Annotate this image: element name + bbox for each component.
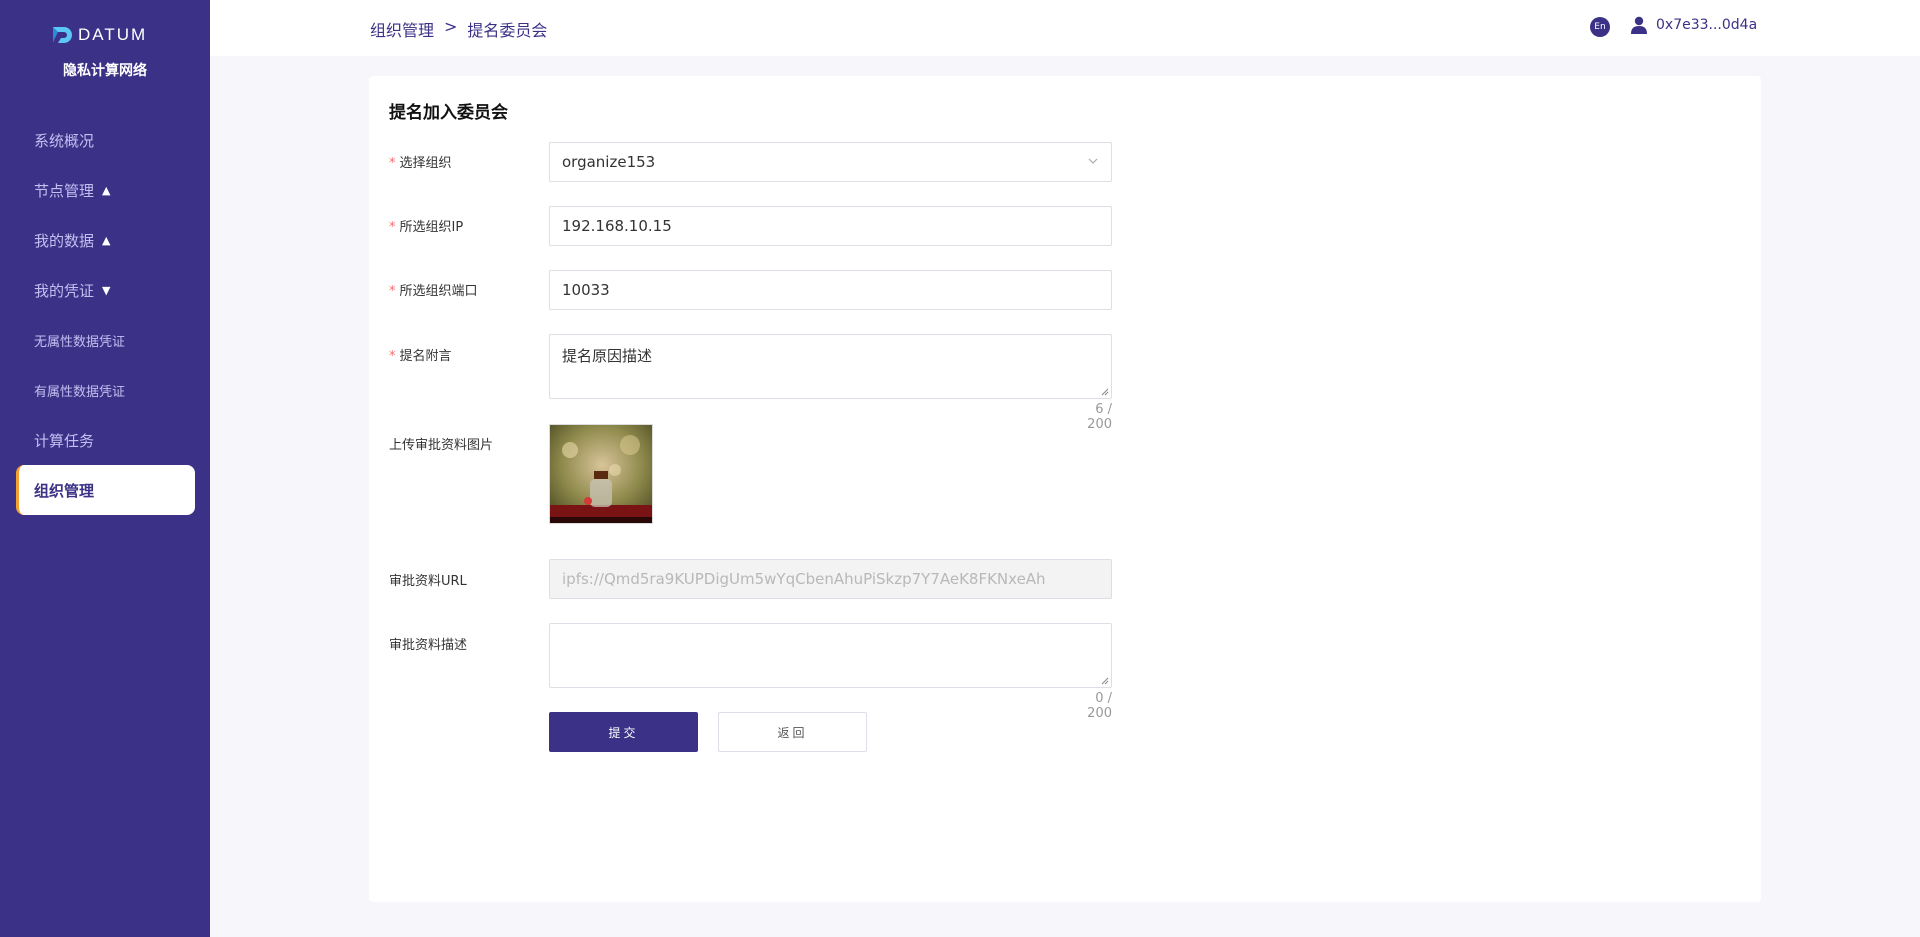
org-ip-value: 192.168.10.15 — [562, 217, 672, 235]
remark-label: * 提名附言 — [389, 345, 452, 364]
org-select-label-text: 选择组织 — [399, 156, 452, 171]
org-port-label: * 所选组织端口 — [389, 280, 478, 299]
user-icon — [1631, 16, 1647, 34]
sidebar-item-label: 我的数据 — [34, 231, 95, 250]
remark-label-text: 提名附言 — [399, 349, 452, 364]
brand-subtitle: 隐私计算网络 — [63, 63, 147, 79]
form-title: 提名加入委员会 — [389, 103, 508, 123]
sidebar-item-attr-credentials[interactable]: 有属性数据凭证 — [16, 365, 195, 415]
sidebar-item-my-credentials[interactable]: 我的凭证 ▼ — [16, 265, 195, 315]
remark-value: 提名原因描述 — [562, 347, 653, 365]
sidebar-item-label: 节点管理 — [34, 181, 95, 200]
required-mark: * — [389, 349, 396, 364]
resize-handle-icon[interactable] — [1101, 388, 1109, 396]
approval-url-input[interactable]: ipfs://Qmd5ra9KUPDigUm5wYqCbenAhuPiSkzp7… — [549, 559, 1112, 599]
sidebar-item-no-attr-credentials[interactable]: 无属性数据凭证 — [16, 315, 195, 365]
chevron-down-icon — [1087, 155, 1099, 170]
org-port-label-text: 所选组织端口 — [399, 284, 478, 299]
approval-url-value: ipfs://Qmd5ra9KUPDigUm5wYqCbenAhuPiSkzp7… — [562, 570, 1046, 588]
caret-down-icon: ▼ — [102, 283, 111, 297]
logo[interactable]: DATUM — [50, 22, 147, 48]
org-ip-label: * 所选组织IP — [389, 216, 463, 235]
sidebar-item-overview[interactable]: 系统概况 — [16, 115, 195, 165]
breadcrumb-item-organization[interactable]: 组织管理 — [370, 17, 434, 41]
approval-url-label: 审批资料URL — [389, 574, 467, 589]
required-mark: * — [389, 156, 396, 171]
org-port-value: 10033 — [562, 281, 610, 299]
upload-label: 上传审批资料图片 — [389, 438, 494, 453]
sidebar-nav: 系统概况 节点管理 ▲ 我的数据 ▲ 我的凭证 ▼ 无属性数据凭证 有属性数据凭… — [16, 115, 195, 515]
breadcrumb-separator: > — [444, 17, 458, 36]
remark-counter: 6 / 200 — [1087, 402, 1112, 432]
uploaded-photo — [550, 425, 652, 523]
account-menu[interactable]: 0x7e33...0d4a — [1630, 16, 1757, 34]
org-select[interactable]: organize153 — [549, 142, 1112, 182]
sidebar-item-label: 无属性数据凭证 — [34, 334, 126, 350]
top-bar: 组织管理 > 提名委员会 En 0x7e33...0d4a — [210, 0, 1920, 56]
required-mark: * — [389, 220, 396, 235]
sidebar-item-label: 组织管理 — [34, 481, 95, 500]
language-toggle[interactable]: En — [1590, 17, 1610, 37]
sidebar-item-tasks[interactable]: 计算任务 — [16, 415, 195, 465]
sidebar-item-label: 系统概况 — [34, 131, 95, 150]
breadcrumb-item-current: 提名委员会 — [467, 21, 548, 40]
nomination-form-card: 提名加入委员会 * 选择组织 organize153 * 所选组织IP 192.16… — [369, 76, 1761, 902]
uploaded-image-thumbnail[interactable] — [549, 424, 653, 524]
caret-up-icon: ▲ — [102, 183, 111, 197]
org-port-input[interactable]: 10033 — [549, 270, 1112, 310]
resize-handle-icon[interactable] — [1101, 677, 1109, 685]
submit-button[interactable]: 提交 — [549, 712, 698, 752]
sidebar: DATUM 隐私计算网络 系统概况 节点管理 ▲ 我的数据 ▲ 我的凭证 ▼ 无… — [0, 0, 210, 937]
org-select-value: organize153 — [562, 153, 656, 171]
sidebar-item-label: 我的凭证 — [34, 281, 95, 300]
approval-desc-counter: 0 / 200 — [1087, 691, 1112, 721]
logo-text: DATUM — [78, 25, 148, 44]
back-button[interactable]: 返回 — [718, 712, 867, 752]
required-mark: * — [389, 284, 396, 299]
remark-textarea[interactable]: 提名原因描述 — [549, 334, 1112, 399]
approval-desc-label: 审批资料描述 — [389, 638, 468, 653]
caret-up-icon: ▲ — [102, 233, 111, 247]
approval-desc-textarea[interactable] — [549, 623, 1112, 688]
sidebar-item-label: 计算任务 — [34, 431, 95, 450]
org-select-label: * 选择组织 — [389, 152, 452, 171]
org-ip-label-text: 所选组织IP — [399, 220, 464, 235]
sidebar-item-my-data[interactable]: 我的数据 ▲ — [16, 215, 195, 265]
org-ip-input[interactable]: 192.168.10.15 — [549, 206, 1112, 246]
sidebar-item-nodes[interactable]: 节点管理 ▲ — [16, 165, 195, 215]
sidebar-item-organization[interactable]: 组织管理 — [16, 465, 195, 515]
account-address: 0x7e33...0d4a — [1656, 17, 1758, 33]
sidebar-item-label: 有属性数据凭证 — [34, 384, 126, 400]
datum-logo-icon — [53, 27, 72, 43]
breadcrumb: 组织管理 > 提名委员会 — [370, 17, 547, 41]
